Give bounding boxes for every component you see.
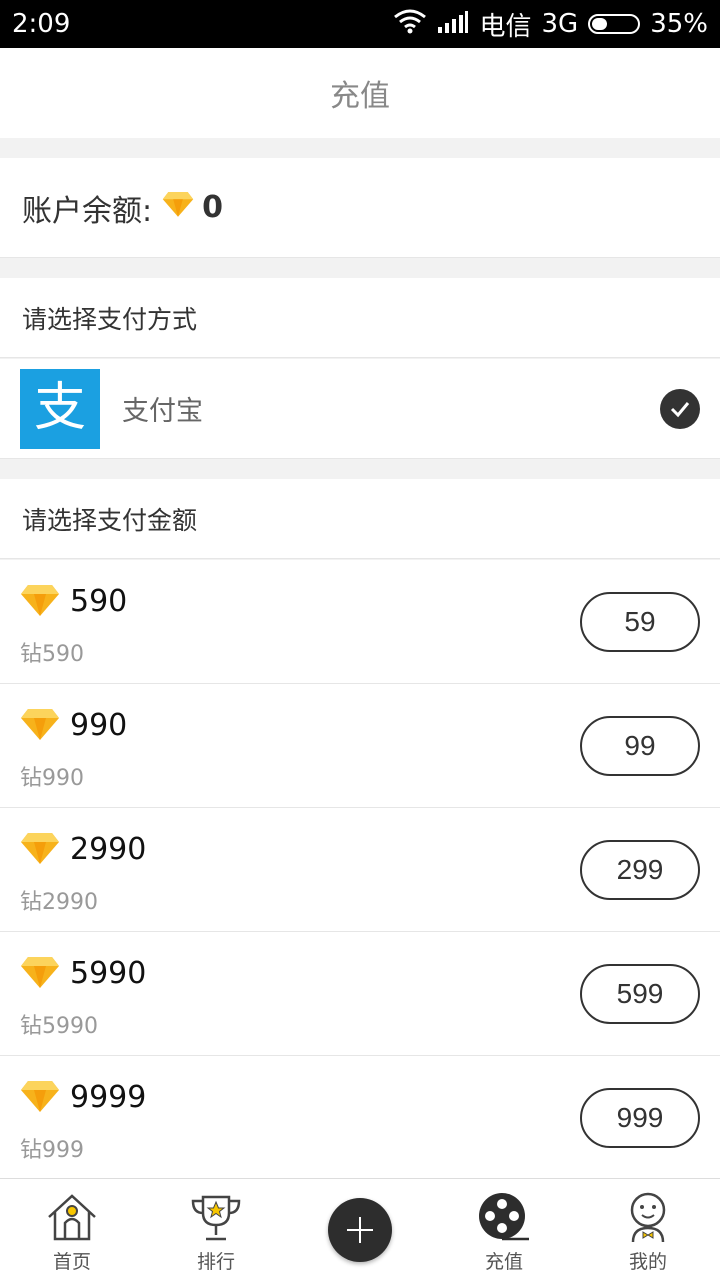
price-button[interactable]: 599 xyxy=(580,964,700,1024)
package-diamonds: 9999 xyxy=(70,1080,147,1115)
package-row: 9999 钻999 999 xyxy=(0,1056,720,1180)
reel-icon xyxy=(477,1191,531,1245)
tab-recharge[interactable]: 充值 xyxy=(432,1179,576,1280)
package-subtitle: 钻999 xyxy=(20,1138,84,1163)
package-subtitle: 钻5990 xyxy=(20,1014,98,1039)
diamond-icon xyxy=(20,830,60,870)
package-diamonds: 5990 xyxy=(70,956,147,991)
home-icon xyxy=(45,1191,99,1245)
svg-text:支: 支 xyxy=(34,378,86,438)
page-title: 充值 xyxy=(330,79,390,114)
price-button[interactable]: 99 xyxy=(580,716,700,776)
diamond-icon xyxy=(20,954,60,994)
tab-home[interactable]: 首页 xyxy=(0,1179,144,1280)
selected-check-icon[interactable] xyxy=(660,388,700,429)
signal-icon xyxy=(437,9,469,40)
battery-icon xyxy=(588,14,641,34)
trophy-icon xyxy=(189,1191,243,1245)
tab-mine[interactable]: 我的 xyxy=(576,1179,720,1280)
tab-add[interactable] xyxy=(288,1179,432,1280)
package-row: 990 钻990 99 xyxy=(0,684,720,808)
battery-percent: 35% xyxy=(650,9,708,39)
tab-recharge-label: 充值 xyxy=(484,1251,523,1273)
bottom-tab-bar: 首页 排行 充值 我的 xyxy=(0,1178,720,1280)
profile-icon xyxy=(621,1191,675,1245)
status-bar: 2:09 电信 3G 35% xyxy=(0,0,720,48)
status-time: 2:09 xyxy=(12,9,71,39)
alipay-logo: 支 xyxy=(20,368,100,449)
account-balance-row: 账户余额: 0 xyxy=(0,158,720,258)
balance-value: 0 xyxy=(202,190,223,225)
balance-label: 账户余额: xyxy=(22,193,153,229)
price-button[interactable]: 299 xyxy=(580,840,700,900)
price-button[interactable]: 999 xyxy=(580,1088,700,1148)
status-right: 电信 3G 35% xyxy=(393,6,708,43)
tab-home-label: 首页 xyxy=(52,1251,91,1273)
tab-ranking[interactable]: 排行 xyxy=(144,1179,288,1280)
wifi-icon xyxy=(393,8,427,41)
diamond-icon xyxy=(20,582,60,622)
package-row: 590 钻590 59 xyxy=(0,560,720,684)
amount-heading: 请选择支付金额 xyxy=(0,479,720,559)
plus-icon xyxy=(328,1197,392,1262)
payment-method-heading: 请选择支付方式 xyxy=(0,278,720,358)
diamond-icon xyxy=(20,1078,60,1118)
package-subtitle: 钻2990 xyxy=(20,890,98,915)
payment-option-alipay[interactable]: 支 支付宝 xyxy=(0,359,720,459)
package-diamonds: 590 xyxy=(70,584,128,619)
payment-method-heading-text: 请选择支付方式 xyxy=(22,304,198,334)
package-row: 2990 钻2990 299 xyxy=(0,808,720,932)
carrier-label: 电信 xyxy=(479,11,532,42)
diamond-icon xyxy=(20,706,60,746)
package-diamonds: 2990 xyxy=(70,832,147,867)
payment-option-name: 支付宝 xyxy=(122,396,203,427)
package-diamonds: 990 xyxy=(70,708,128,743)
package-subtitle: 钻590 xyxy=(20,642,84,667)
package-subtitle: 钻990 xyxy=(20,766,84,791)
tab-mine-label: 我的 xyxy=(628,1251,667,1273)
page-header: 充值 xyxy=(0,48,720,138)
diamond-icon xyxy=(162,190,194,226)
price-button[interactable]: 59 xyxy=(580,592,700,652)
amount-heading-text: 请选择支付金额 xyxy=(22,505,198,535)
tab-ranking-label: 排行 xyxy=(196,1251,235,1273)
package-row: 5990 钻5990 599 xyxy=(0,932,720,1056)
network-type: 3G xyxy=(541,9,579,39)
